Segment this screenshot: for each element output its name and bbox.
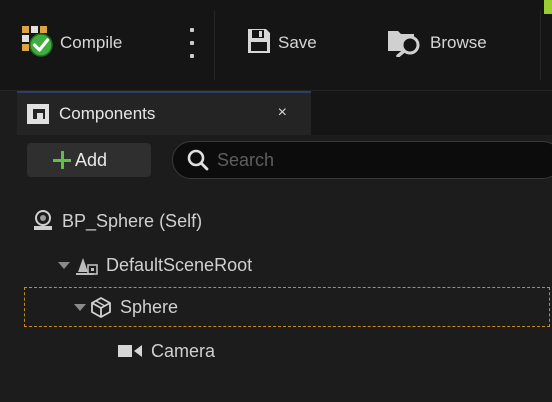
- save-disk-icon: [246, 27, 272, 60]
- compile-options-kebab-icon[interactable]: [184, 28, 200, 58]
- chevron-down-icon[interactable]: [58, 261, 70, 269]
- add-label: Add: [75, 149, 108, 170]
- tree-item-sphere-label: Sphere: [120, 296, 179, 317]
- components-content: Add BP_Sphere (Self): [0, 135, 552, 402]
- tree-item-self[interactable]: BP_Sphere (Self): [0, 201, 552, 241]
- tree-item-camera-label: Camera: [151, 340, 216, 361]
- search-icon: [187, 149, 209, 171]
- toolbar-divider: [540, 10, 541, 80]
- main-toolbar: Compile Save Browse: [0, 0, 552, 90]
- tree-item-self-label: BP_Sphere (Self): [62, 210, 203, 231]
- components-tab-icon: [27, 104, 49, 124]
- search-field[interactable]: [172, 141, 552, 179]
- tab-bar-empty-area: [311, 91, 552, 135]
- scene-root-icon: [74, 254, 98, 276]
- tree-item-defaultsceneroot[interactable]: DefaultSceneRoot: [0, 245, 552, 285]
- add-component-button[interactable]: Add: [27, 143, 151, 177]
- tab-components[interactable]: Components ×: [17, 91, 311, 135]
- save-button[interactable]: Save: [246, 23, 317, 63]
- static-mesh-icon: [90, 296, 112, 318]
- compile-status-icon: [20, 24, 54, 63]
- tab-components-label: Components: [59, 104, 156, 123]
- save-label: Save: [278, 33, 317, 52]
- accent-corner: [544, 0, 552, 14]
- compile-label: Compile: [60, 33, 123, 52]
- chevron-down-icon[interactable]: [74, 303, 86, 311]
- search-input[interactable]: [215, 148, 519, 172]
- toolbar-divider: [214, 10, 215, 80]
- close-icon[interactable]: ×: [278, 104, 287, 122]
- actor-self-icon: [32, 210, 54, 232]
- browse-folder-search-icon: [386, 25, 424, 62]
- browse-button[interactable]: Browse: [386, 23, 487, 63]
- camera-icon: [117, 342, 143, 360]
- tree-item-sphere[interactable]: Sphere: [24, 287, 550, 327]
- compile-button[interactable]: Compile: [20, 23, 122, 63]
- plus-icon: [53, 151, 71, 169]
- tree-item-defaultsceneroot-label: DefaultSceneRoot: [106, 254, 253, 275]
- tree-item-camera[interactable]: Camera: [0, 331, 552, 371]
- components-panel: Components × Add Search BP_Sphere (Self)…: [0, 90, 552, 402]
- browse-label: Browse: [430, 33, 487, 52]
